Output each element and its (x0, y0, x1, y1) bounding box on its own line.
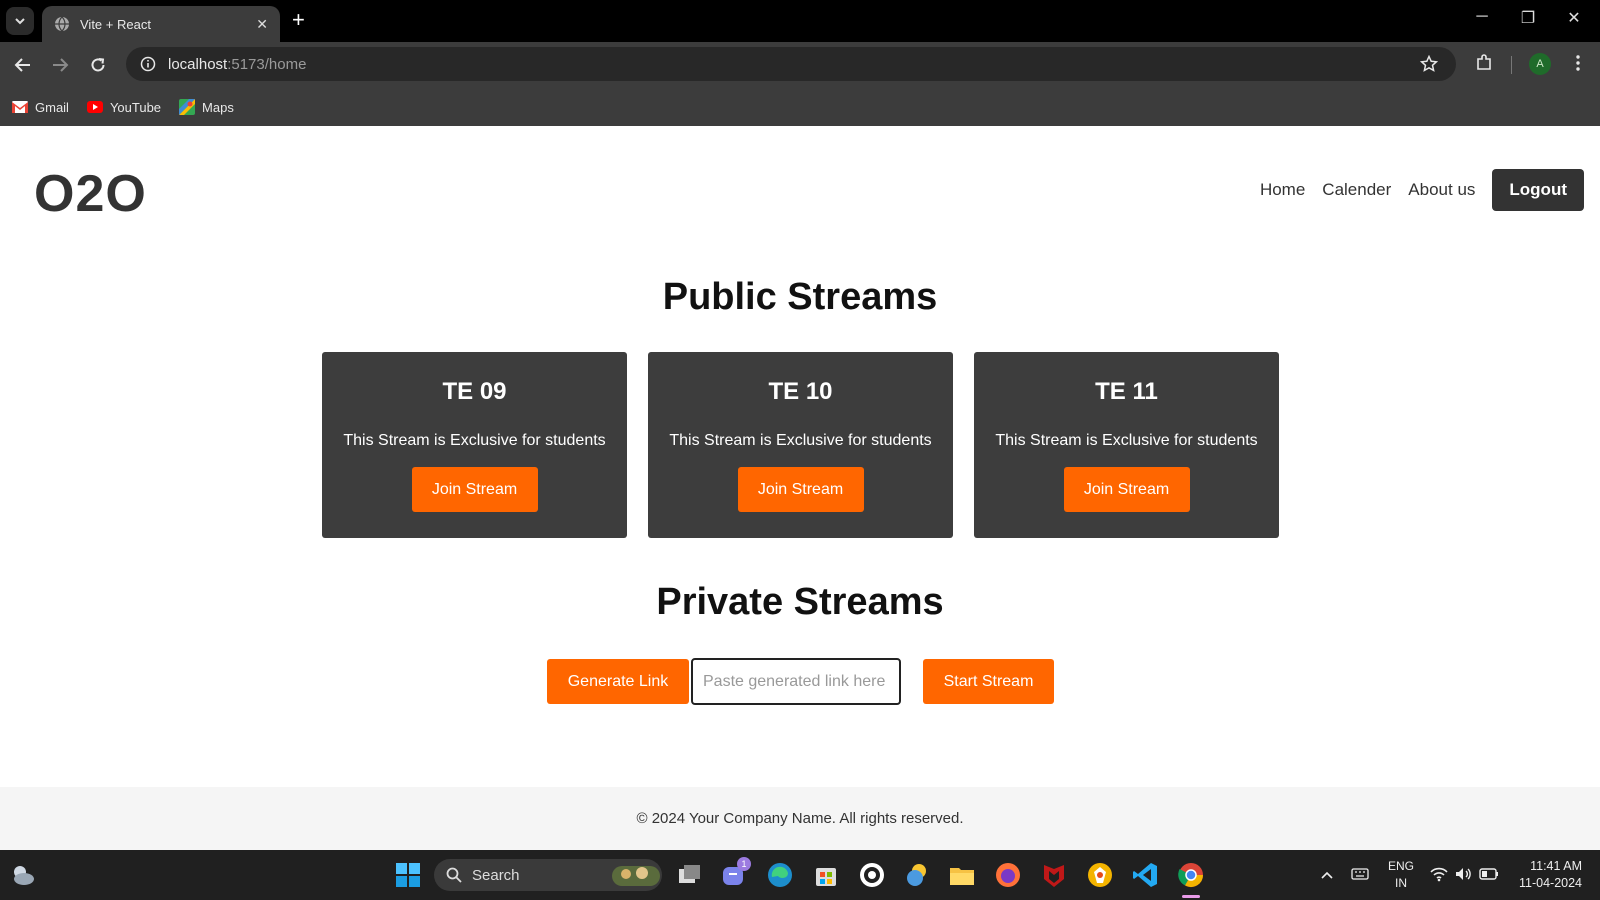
bookmark-label: YouTube (109, 99, 162, 115)
join-stream-button[interactable]: Join Stream (411, 467, 538, 512)
input-language-indicator[interactable]: ENG IN (1388, 858, 1414, 892)
url-host: localhost (168, 55, 228, 73)
browser-tab-active[interactable]: Vite + React ✕ (42, 6, 280, 42)
gmail-icon (12, 101, 28, 113)
reload-button[interactable] (86, 53, 110, 77)
volume-icon[interactable] (1454, 866, 1472, 882)
main-nav: Home Calender About us Logout (1260, 169, 1584, 211)
battery-icon[interactable] (1479, 867, 1499, 881)
more-menu-icon[interactable] (1568, 53, 1588, 73)
back-button[interactable] (11, 53, 35, 77)
bookmark-gmail[interactable]: Gmail (12, 100, 69, 115)
taskbar-clock[interactable]: 11:41 AM 11-04-2024 (1519, 858, 1582, 892)
public-stream-cards: TE 09 This Stream is Exclusive for stude… (322, 352, 1279, 538)
clock-date: 11-04-2024 (1518, 876, 1582, 890)
language-code: ENG (1388, 859, 1415, 873)
stream-card-description: This Stream is Exclusive for students (669, 432, 932, 449)
wifi-icon[interactable] (1430, 866, 1448, 882)
region-code: IN (1395, 876, 1407, 890)
windows-start-icon[interactable] (394, 861, 422, 889)
browser-toolbar: localhost:5173/home A (0, 42, 1600, 88)
bookmark-maps[interactable]: Maps (179, 99, 234, 115)
teams-app-icon[interactable]: 1 (721, 857, 751, 889)
globe-icon (55, 16, 69, 32)
close-tab-icon[interactable]: ✕ (256, 16, 268, 33)
browser-tab-bar: Vite + React ✕ + ─ ❐ ✕ (0, 0, 1600, 42)
maps-icon (179, 99, 196, 115)
address-bar[interactable]: localhost:5173/home (126, 47, 1456, 81)
reload-icon (91, 58, 105, 72)
close-window-icon[interactable]: ✕ (1564, 8, 1584, 28)
weather-icon[interactable] (10, 863, 36, 887)
firefox-icon[interactable] (994, 861, 1022, 889)
new-tab-button[interactable]: + (292, 9, 305, 31)
arrow-left-icon (14, 58, 30, 72)
keyboard-icon[interactable] (1351, 867, 1369, 881)
stream-card: TE 09 This Stream is Exclusive for stude… (322, 352, 627, 538)
active-app-indicator (1182, 895, 1200, 898)
teams-badge: 1 (737, 857, 751, 871)
chevron-up-icon[interactable] (1320, 868, 1334, 882)
site-logo[interactable]: O2O (34, 164, 147, 224)
bookmark-youtube[interactable]: YouTube (86, 99, 162, 115)
bookmark-label: Gmail (35, 99, 69, 115)
nav-about-link[interactable]: About us (1408, 180, 1475, 200)
nav-calender-link[interactable]: Calender (1322, 180, 1391, 200)
profile-avatar[interactable]: A (1529, 53, 1551, 75)
stream-card-title: TE 10 (768, 378, 833, 405)
file-explorer-icon[interactable] (948, 861, 976, 889)
footer-copyright: © 2024 Your Company Name. All rights res… (636, 810, 964, 827)
extensions-icon[interactable] (1474, 53, 1494, 73)
stream-card: TE 10 This Stream is Exclusive for stude… (648, 352, 953, 538)
private-streams-title: Private Streams (656, 581, 944, 623)
windows-taskbar: Search 1 ENG IN 11:41 AM 11-04-2024 (0, 850, 1600, 900)
task-view-icon[interactable] (675, 861, 703, 889)
private-stream-controls: Generate Link Start Stream (547, 658, 1054, 705)
mcafee-icon[interactable] (1040, 861, 1068, 889)
vscode-icon[interactable] (1131, 861, 1159, 889)
stream-card-description: This Stream is Exclusive for students (343, 432, 606, 449)
chevron-down-icon (15, 18, 25, 25)
minimize-icon[interactable]: ─ (1472, 8, 1492, 26)
youtube-icon (86, 101, 103, 113)
stream-card-title: TE 11 (1095, 378, 1158, 405)
bookmark-star-icon[interactable] (1420, 55, 1438, 73)
page-content: O2O Home Calender About us Logout Public… (0, 126, 1600, 850)
search-icon (446, 867, 462, 883)
weather-app-icon[interactable] (903, 861, 931, 889)
join-stream-button[interactable]: Join Stream (737, 467, 864, 512)
edge-browser-icon[interactable] (766, 861, 794, 889)
public-streams-title: Public Streams (662, 276, 938, 318)
stream-card: TE 11 This Stream is Exclusive for stude… (974, 352, 1279, 538)
toolbar-divider (1511, 56, 1512, 74)
stream-link-input[interactable] (691, 658, 901, 705)
github-desktop-icon[interactable] (858, 861, 886, 889)
logout-button[interactable]: Logout (1492, 169, 1584, 211)
bookmark-label: Maps (202, 99, 234, 115)
stream-card-title: TE 09 (442, 378, 507, 405)
nav-home-link[interactable]: Home (1260, 180, 1305, 200)
tab-search-button[interactable] (6, 7, 34, 35)
generate-link-button[interactable]: Generate Link (547, 659, 689, 704)
taskbar-search[interactable]: Search (434, 859, 662, 891)
url-path: :5173/home (227, 55, 307, 73)
chrome-icon[interactable] (1177, 861, 1205, 889)
start-stream-button[interactable]: Start Stream (923, 659, 1054, 704)
site-info-icon[interactable] (140, 56, 156, 72)
search-highlight-icon (612, 866, 660, 886)
page-footer: © 2024 Your Company Name. All rights res… (0, 787, 1600, 850)
search-label: Search (472, 866, 520, 884)
restore-icon[interactable]: ❐ (1518, 8, 1538, 28)
clock-time: 11:41 AM (1530, 859, 1582, 873)
join-stream-button[interactable]: Join Stream (1063, 467, 1190, 512)
brave-browser-icon[interactable] (1086, 861, 1114, 889)
bookmarks-bar: Gmail YouTube Maps (0, 88, 1600, 126)
stream-card-description: This Stream is Exclusive for students (995, 432, 1258, 449)
arrow-right-icon (53, 58, 69, 72)
url-text: localhost:5173/home (168, 56, 306, 73)
forward-button[interactable] (48, 53, 72, 77)
microsoft-store-icon[interactable] (812, 861, 840, 889)
tab-title: Vite + React (80, 16, 151, 32)
